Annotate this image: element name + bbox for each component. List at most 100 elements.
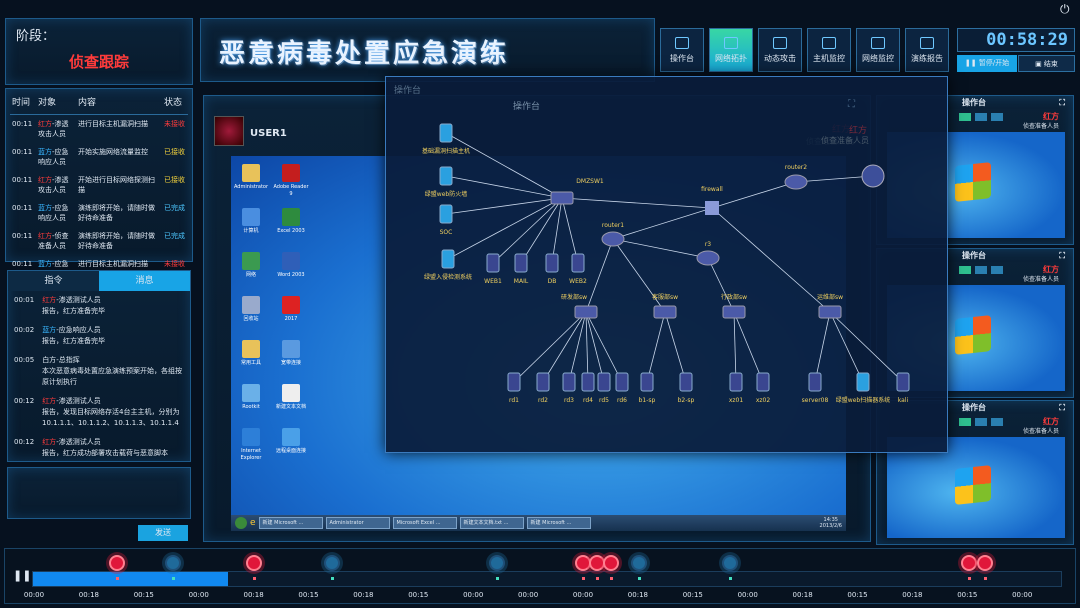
desktop-icon[interactable]: 计算机	[233, 208, 269, 235]
taskbar-item[interactable]: 新建 Microsoft ...	[526, 517, 591, 529]
monitor-icon[interactable]	[975, 113, 987, 121]
desktop-icon[interactable]: Administrator	[233, 164, 269, 191]
server-icon	[615, 372, 629, 392]
event-content: 进行目标主机漏洞扫描	[78, 120, 148, 128]
desktop-icon-label: Rootkit	[242, 404, 260, 410]
node-label: rd5	[599, 397, 609, 404]
send-button[interactable]: 发送	[138, 525, 188, 541]
server-icon	[729, 372, 743, 392]
server-icon	[441, 249, 455, 269]
timeline-tick: 00:18	[78, 591, 99, 599]
desktop-icon[interactable]: 宽带连接	[273, 340, 309, 367]
topology-link	[711, 181, 797, 209]
desktop-icon[interactable]: 常用工具	[233, 340, 269, 367]
ie-icon[interactable]: e	[250, 518, 256, 528]
timeline-tick: 00:00	[518, 591, 539, 599]
nav-monitor[interactable]: 操作台	[660, 28, 704, 72]
start-button[interactable]	[235, 517, 247, 529]
red-event-marker[interactable]	[961, 555, 978, 571]
expand-icon[interactable]: ⛶	[1059, 249, 1065, 263]
desktop-icon[interactable]: Internet Explorer	[233, 428, 269, 462]
red-event-marker[interactable]	[109, 555, 126, 571]
server-icon	[756, 372, 770, 392]
timeline-pause-icon[interactable]: ❚❚	[13, 569, 31, 582]
desktop-icon[interactable]: 网络	[233, 252, 269, 279]
monitor-icon[interactable]	[959, 113, 971, 121]
pause-start-button[interactable]: ❚❚ 暂停/开始	[957, 55, 1017, 72]
blue-event-marker[interactable]	[630, 555, 647, 571]
timeline-tick: 00:15	[408, 591, 429, 599]
desktop-icon[interactable]: Word 2003	[273, 252, 309, 279]
message-panel: 指令 消息 00:01 红方-渗透测试人员 报告，红方准备完毕 00:02 蓝方-应急响…	[7, 270, 191, 462]
event-row: 00:11 红方-渗透攻击人员 进行目标主机漏洞扫描 未接收	[10, 115, 188, 144]
node-label: 行政部sw	[721, 293, 747, 301]
node-label: WEB2	[569, 278, 587, 285]
network-monitor-icon	[871, 37, 885, 49]
server-icon	[439, 123, 453, 143]
end-button[interactable]: ▣ 结束	[1018, 55, 1075, 72]
blue-event-marker[interactable]	[488, 555, 505, 571]
taskbar-item[interactable]: Microsoft Excel ...	[392, 517, 457, 529]
tab-message[interactable]: 消息	[99, 271, 190, 291]
node-label: rd1	[509, 397, 519, 404]
router-icon	[601, 231, 625, 247]
topology-link	[664, 311, 687, 383]
red-event-marker[interactable]	[976, 555, 993, 571]
topology-link	[733, 311, 737, 383]
power-icon[interactable]: ⏻	[1060, 2, 1070, 17]
nav-report[interactable]: 演练报告	[905, 28, 949, 72]
desktop-icon[interactable]: 2017	[273, 296, 309, 323]
taskbar-item[interactable]: 新建 Microsoft ...	[258, 517, 323, 529]
expand-icon[interactable]: ⛶	[1059, 96, 1065, 110]
clock-date: 2013/2/6	[819, 523, 842, 529]
desktop-icon[interactable]: Excel 2003	[273, 208, 309, 235]
desktop-icon[interactable]: 远程桌面连接	[273, 428, 309, 455]
switch-icon	[653, 305, 677, 319]
message-side: 红方	[42, 438, 57, 446]
tab-command[interactable]: 指令	[8, 271, 99, 291]
nav-topology[interactable]: 网络拓扑	[709, 28, 753, 72]
expand-icon[interactable]: ⛶	[1059, 401, 1065, 415]
desktop-icon[interactable]: 回收站	[233, 296, 269, 323]
monitor-icon[interactable]	[991, 266, 1003, 274]
monitor-icon[interactable]	[975, 418, 987, 426]
message-input[interactable]	[7, 467, 191, 519]
desktop-icon-label: 新建文本文档	[275, 404, 306, 410]
app-icon	[242, 340, 260, 358]
blue-event-marker[interactable]	[165, 555, 182, 571]
message-text: 报告，红方准备完毕	[42, 307, 105, 315]
desktop-icon[interactable]: 新建文本文档	[273, 384, 309, 411]
blue-event-marker[interactable]	[323, 555, 340, 571]
taskbar-item[interactable]: Administrator	[325, 517, 390, 529]
nav-host-monitor[interactable]: 主机监控	[807, 28, 851, 72]
desktop-icon-label: 常用工具	[240, 360, 261, 366]
desktop-icon[interactable]: Adobe Reader 9	[273, 164, 309, 198]
timeline-track[interactable]	[32, 571, 1062, 587]
event-status: 已接收	[164, 148, 185, 156]
monitor-icon[interactable]	[975, 266, 987, 274]
blue-event-marker[interactable]	[722, 555, 739, 571]
nav-network-monitor[interactable]: 网络监控	[856, 28, 900, 72]
nav-label: 网络拓扑	[715, 54, 747, 63]
node-label: MAIL	[514, 278, 529, 285]
monitor-icon[interactable]	[991, 418, 1003, 426]
monitor-icon[interactable]	[959, 266, 971, 274]
red-event-marker[interactable]	[246, 555, 263, 571]
windows-logo	[954, 465, 991, 506]
event-side: 红方	[38, 176, 52, 184]
router-icon	[696, 250, 720, 266]
red-event-marker[interactable]	[602, 555, 619, 571]
firewall-icon	[705, 201, 719, 215]
panel-title: 操作台	[962, 251, 986, 260]
monitor-icon[interactable]	[991, 113, 1003, 121]
message-time: 00:02	[14, 326, 35, 334]
topology-link	[445, 197, 563, 215]
desktop-icon[interactable]: Rootkit	[233, 384, 269, 411]
event-row: 00:11 红方-侦查准备人员 演练即将开始，请随时做好待命准备 已完成	[10, 227, 188, 255]
event-content: 演练即将开始，请随时做好待命准备	[78, 232, 155, 250]
taskbar-item[interactable]: 新建文本文档.txt ...	[459, 517, 524, 529]
desktop-icon-label: Word 2003	[277, 272, 305, 278]
monitor-icon[interactable]	[959, 418, 971, 426]
nav-attack[interactable]: 动态攻击	[758, 28, 802, 72]
node-label: 绿盟入侵检测系统	[424, 273, 472, 281]
